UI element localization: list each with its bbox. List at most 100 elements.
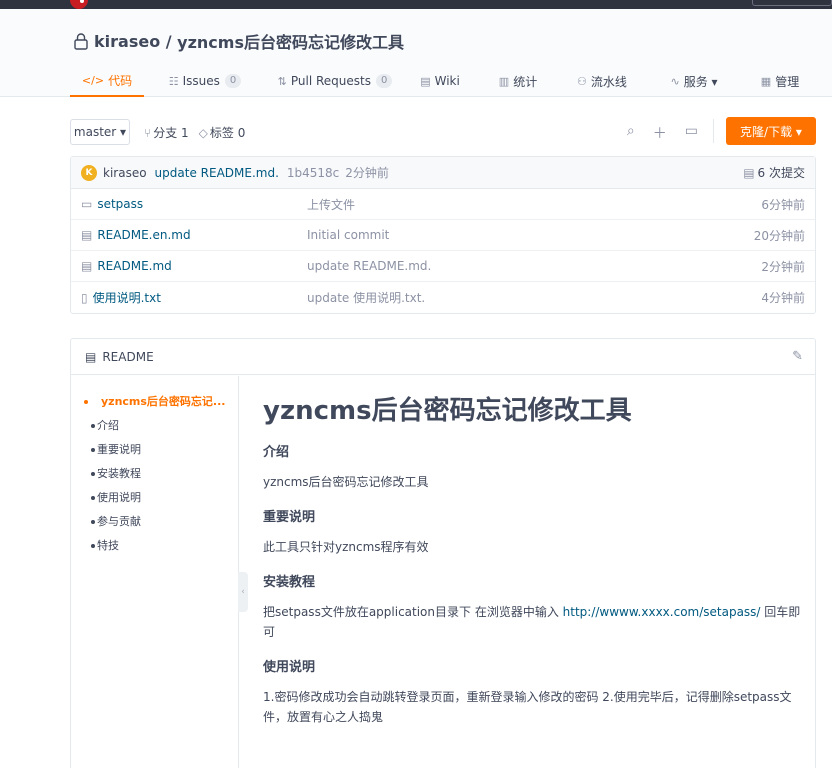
tab-label: 管理 (775, 74, 800, 89)
section-text: yzncms后台密码忘记修改工具 (263, 475, 429, 489)
lock-icon (74, 33, 88, 50)
tab-pipeline[interactable]: ⚇ 流水线 (560, 65, 644, 97)
clone-download-button[interactable]: 克隆/下载 ▾ (726, 117, 816, 145)
readme-heading: yzncms后台密码忘记修改工具 (263, 396, 632, 426)
section-text: 此工具只针对yzncms程序有效 (263, 540, 429, 554)
section-text: 把setpass文件放在application目录下 在浏览器中输入 http:… (263, 602, 803, 642)
tab-label: Wiki (434, 74, 460, 88)
commit-message-link[interactable]: update README.md. (155, 166, 279, 180)
tab-label: Pull Requests (290, 74, 371, 88)
tags-count: 标签 0 (209, 126, 246, 140)
commit-hash-link[interactable]: 1b4518c (287, 166, 339, 180)
services-icon: ∿ (670, 74, 680, 88)
repo-separator: / (160, 31, 178, 51)
issues-icon: ☷ (168, 74, 179, 88)
file-list: K kiraseo update README.md. 1b4518c 2分钟前… (70, 156, 816, 314)
top-search-input[interactable] (752, 0, 832, 6)
search-icon[interactable]: ⌕ (627, 123, 635, 143)
file-commit-message-link[interactable]: update 使用说明.txt. (307, 289, 425, 306)
branches-link[interactable]: ⑂ 分支 1 (144, 124, 189, 141)
install-url-link[interactable]: http://wwww.xxxx.com/setapass/ (563, 605, 761, 619)
folder-icon: ▭ (81, 197, 93, 211)
commits-icon: ▤ (743, 166, 755, 180)
markdown-file-icon: ▤ (81, 259, 93, 273)
tab-pull-requests[interactable]: ⇅ Pull Requests 0 (266, 65, 404, 97)
toc-item[interactable]: 使用说明 (71, 486, 238, 510)
file-time: 4分钟前 (761, 291, 805, 305)
code-icon: </> (81, 73, 105, 87)
commit-count-link[interactable]: ▤ 6 次提交 (743, 164, 805, 181)
tab-label: 流水线 (590, 74, 627, 89)
toc-item[interactable]: 参与贡献 (71, 510, 238, 534)
section-heading: 安装教程 (263, 575, 316, 590)
repo-owner-link[interactable]: kiraseo (94, 32, 160, 51)
tab-label: Issues (182, 74, 220, 88)
section-heading: 介绍 (263, 445, 290, 460)
toc-item[interactable]: 介绍 (71, 414, 238, 438)
section-heading: 使用说明 (263, 660, 316, 675)
edit-icon[interactable]: ✎ (792, 349, 803, 364)
file-time: 6分钟前 (761, 197, 805, 212)
file-name: README.en.md (97, 228, 191, 242)
file-link[interactable]: ▭ setpass (81, 197, 307, 211)
readme-header: ▤ README (71, 339, 815, 375)
manage-icon: ▦ (760, 74, 772, 88)
repo-toolbar: master ▾ ⑂ 分支 1 ◇ 标签 0 ⌕ ＋ ▭ 克隆/下载 ▾ (70, 117, 816, 145)
readme-toc: yzncms后台密码忘记... 介绍 重要说明 安装教程 使用说明 参与贡献 特… (71, 376, 239, 768)
repo-name-link[interactable]: yzncms后台密码忘记修改工具 (177, 29, 404, 53)
file-link[interactable]: ▤ README.md (81, 259, 307, 273)
readme-panel: ▤ README ✎ yzncms后台密码忘记... 介绍 重要说明 安装教程 … (70, 338, 816, 768)
tab-label: 统计 (513, 74, 538, 89)
latest-commit-row: K kiraseo update README.md. 1b4518c 2分钟前… (71, 157, 815, 189)
file-link[interactable]: ▤ README.en.md (81, 228, 307, 242)
commit-time: 2分钟前 (345, 166, 389, 180)
tab-label: 服务 ▾ (683, 74, 718, 89)
toc-item[interactable]: yzncms后台密码忘记... (71, 390, 238, 414)
toc-collapse-handle[interactable]: ‹ (238, 572, 248, 612)
toc-item[interactable]: 安装教程 (71, 462, 238, 486)
gitee-logo-icon[interactable] (70, 0, 88, 9)
toc-item[interactable]: 重要说明 (71, 438, 238, 462)
file-name: 使用说明.txt (92, 291, 161, 305)
tab-statistics[interactable]: ▥ 统计 (476, 65, 560, 97)
readme-icon: ▤ (85, 349, 97, 364)
file-row: ▤ README.md update README.md. 2分钟前 (71, 251, 815, 282)
file-name: setpass (97, 197, 144, 211)
tab-wiki[interactable]: ▤ Wiki (404, 65, 476, 97)
file-name: README.md (97, 259, 172, 273)
tab-manage[interactable]: ▦ 管理 (744, 65, 816, 97)
file-commit-message-link[interactable]: Initial commit (307, 228, 389, 242)
add-file-icon[interactable]: ＋ (653, 123, 667, 143)
markdown-file-icon: ▤ (81, 228, 93, 242)
readme-content: yzncms后台密码忘记修改工具 介绍 yzncms后台密码忘记修改工具 重要说… (263, 376, 803, 731)
tags-link[interactable]: ◇ 标签 0 (199, 124, 246, 141)
tab-label: 代码 (108, 73, 133, 88)
text-file-icon: ▯ (81, 290, 88, 305)
tab-issues[interactable]: ☷ Issues 0 (144, 65, 266, 97)
tag-icon: ◇ (198, 126, 208, 140)
issues-count-badge: 0 (224, 74, 242, 88)
toolbar-icons: ⌕ ＋ ▭ (627, 123, 698, 143)
file-time: 2分钟前 (761, 259, 805, 274)
pull-request-icon: ⇅ (277, 74, 287, 88)
repo-header: kiraseo / yzncms后台密码忘记修改工具 </> 代码 ☷ Issu… (0, 9, 832, 97)
file-commit-message-link[interactable]: update README.md. (307, 259, 431, 273)
branch-icon: ⑂ (144, 126, 152, 140)
commit-count-label: 6 次提交 (757, 166, 805, 180)
file-link[interactable]: ▯ 使用说明.txt (81, 289, 307, 306)
tab-services[interactable]: ∿ 服务 ▾ (644, 65, 744, 97)
repo-tabs: </> 代码 ☷ Issues 0 ⇅ Pull Requests 0 ▤ Wi… (70, 65, 816, 97)
pipeline-icon: ⚇ (577, 74, 587, 88)
branch-select[interactable]: master ▾ (70, 119, 130, 145)
repo-title: kiraseo / yzncms后台密码忘记修改工具 (72, 29, 404, 53)
web-ide-icon[interactable]: ▭ (685, 123, 698, 143)
wiki-icon: ▤ (420, 74, 431, 88)
avatar[interactable]: K (81, 164, 97, 181)
readme-title: README (102, 349, 154, 364)
file-row: ▭ setpass 上传文件 6分钟前 (71, 189, 815, 220)
section-text: 1.密码修改成功会自动跳转登录页面，重新登录输入修改的密码 2.使用完毕后，记得… (263, 690, 792, 724)
tab-code[interactable]: </> 代码 (70, 65, 144, 97)
toc-item[interactable]: 特技 (71, 534, 238, 558)
commit-author-link[interactable]: kiraseo (103, 166, 147, 180)
file-commit-message-link[interactable]: 上传文件 (307, 196, 355, 213)
